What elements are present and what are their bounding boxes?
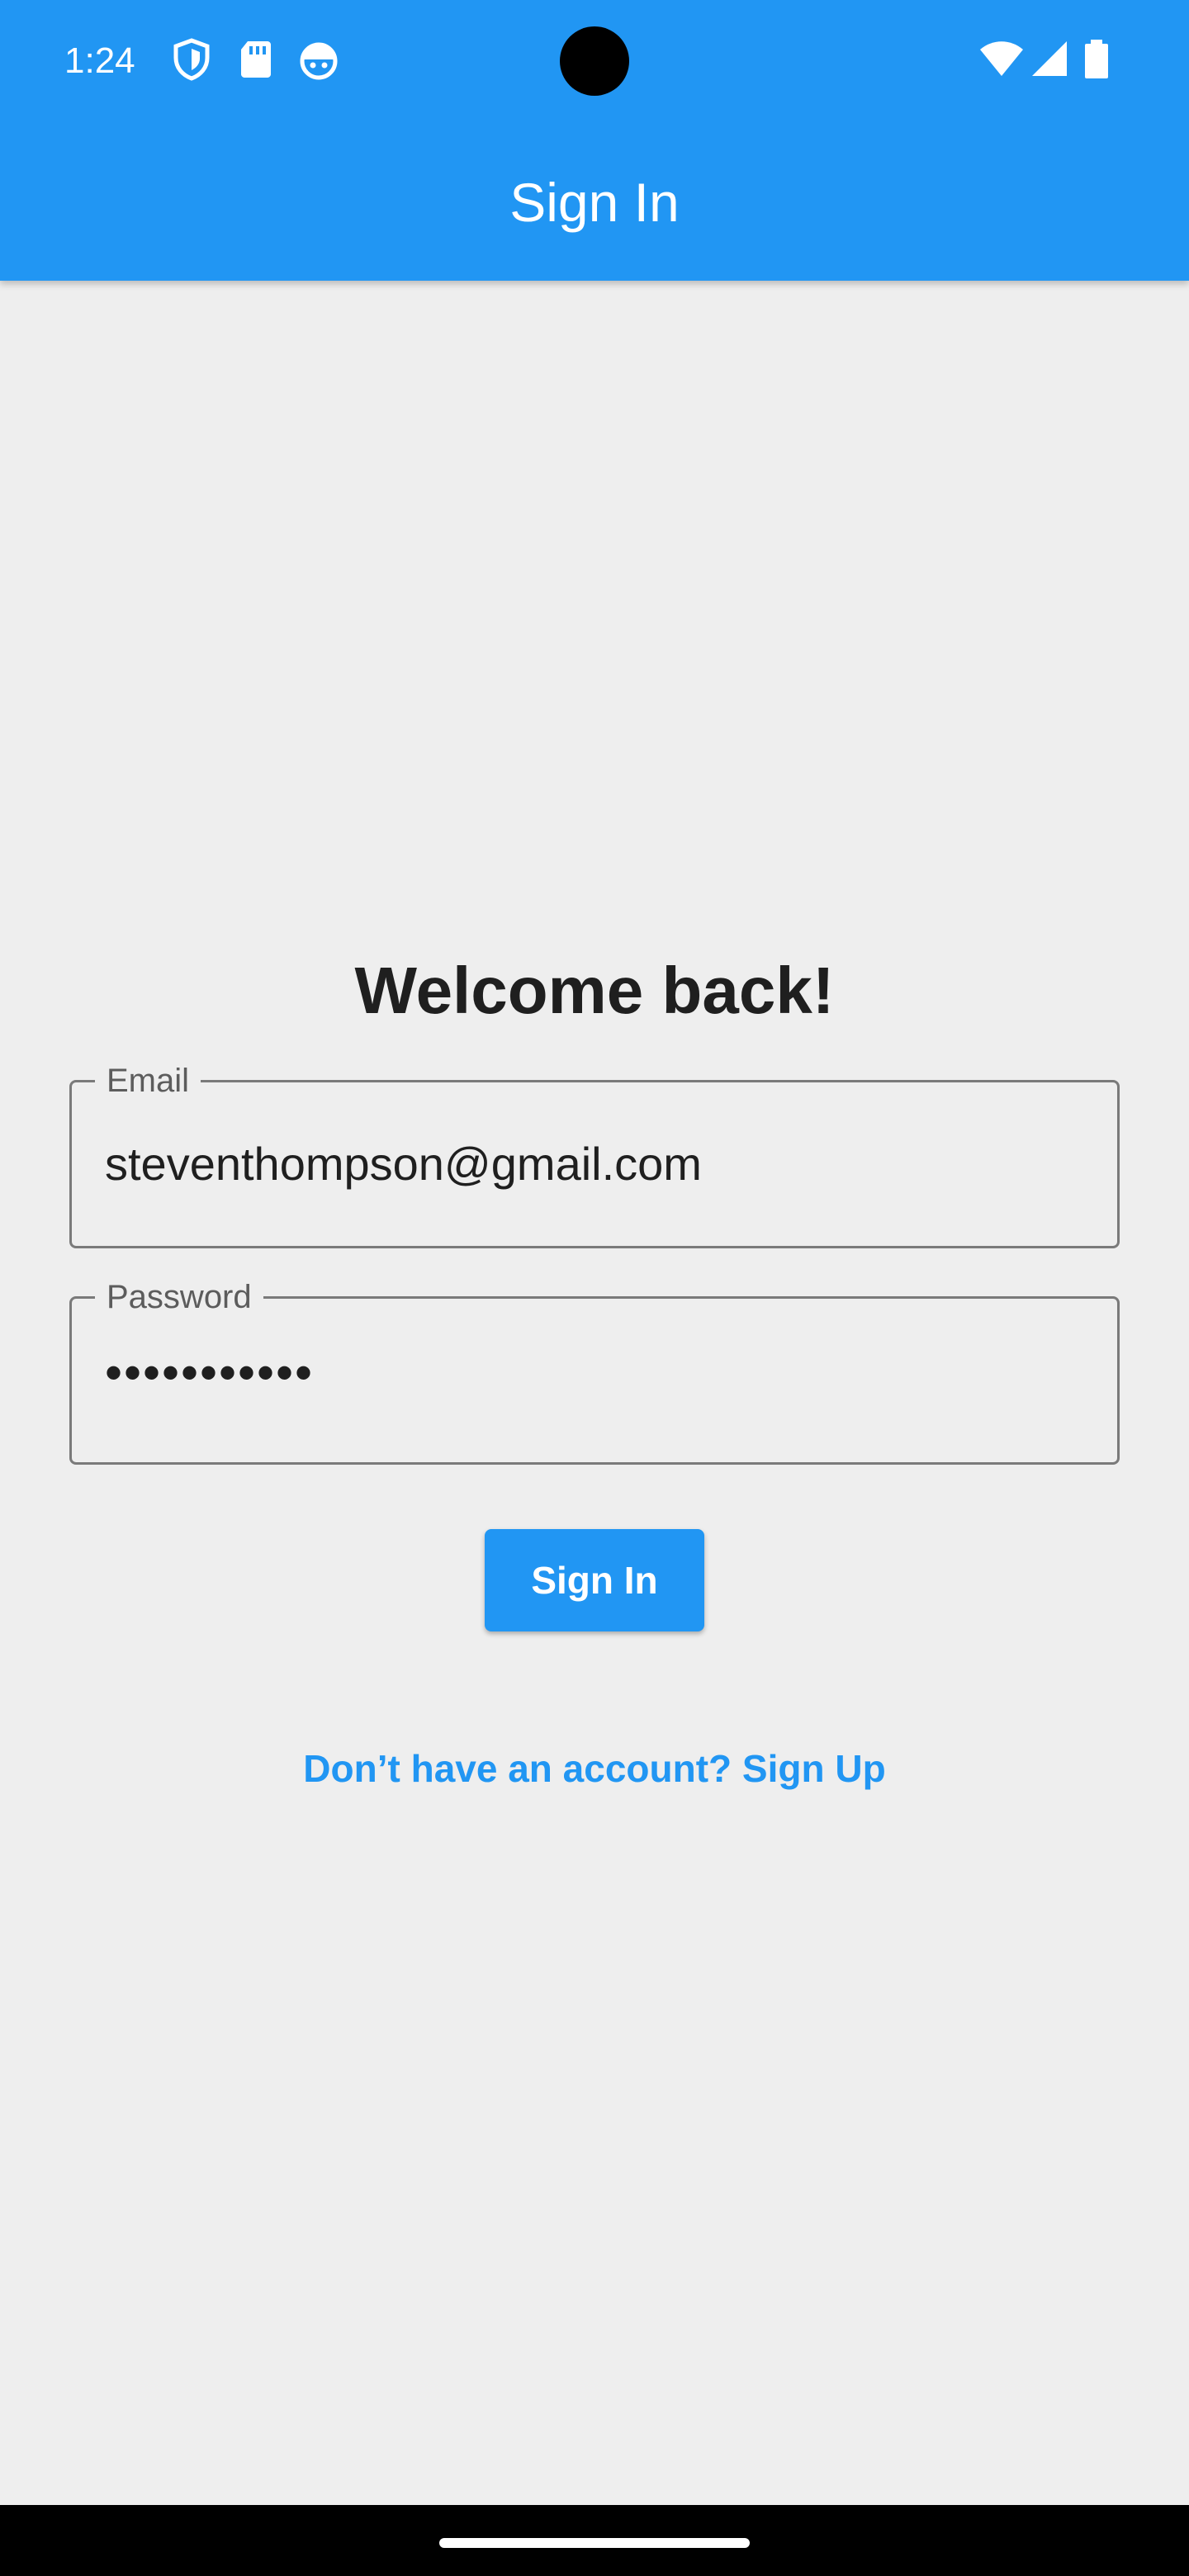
email-field[interactable]: Email steventhompson@gmail.com <box>69 1061 1120 1248</box>
sd-card-icon <box>236 38 276 81</box>
password-field[interactable]: Password ••••••••••• <box>69 1277 1120 1465</box>
system-nav-bar <box>0 2505 1189 2576</box>
camera-cutout <box>560 26 629 96</box>
signal-icon <box>1029 38 1068 81</box>
battery-icon <box>1082 38 1111 81</box>
status-time: 1:24 <box>64 40 135 81</box>
app-bar-title: Sign In <box>509 172 680 233</box>
home-gesture-handle[interactable] <box>439 2538 750 2548</box>
welcome-heading: Welcome back! <box>354 954 835 1027</box>
sign-up-link[interactable]: Don’t have an account? Sign Up <box>0 1744 1189 1793</box>
sign-in-button[interactable]: Sign In <box>485 1529 704 1631</box>
email-field-value[interactable]: steventhompson@gmail.com <box>105 1082 702 1246</box>
wifi-icon <box>979 38 1024 81</box>
android-face-icon <box>299 38 339 81</box>
shield-icon <box>172 38 211 81</box>
app-header: 1:24 Sign In <box>0 0 1189 281</box>
password-field-value[interactable]: ••••••••••• <box>105 1299 314 1462</box>
